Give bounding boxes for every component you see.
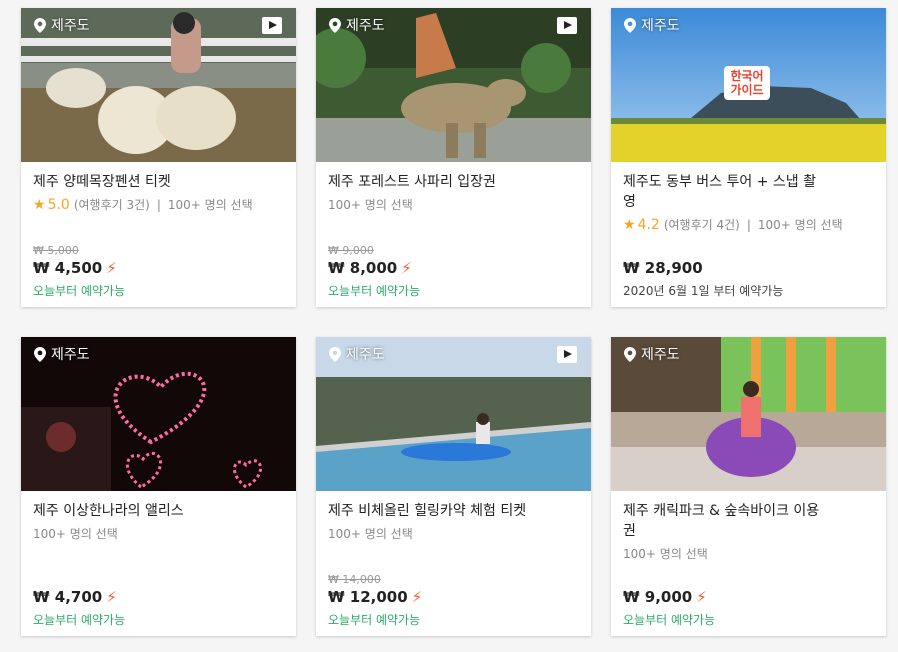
divider: | [746,217,751,232]
play-icon[interactable] [557,17,577,34]
lightning-icon: ⚡ [401,259,412,277]
product-card[interactable]: 제주도 제주 양떼목장펜션 티켓 ★ 5.0 (여행후기 3건) | 100+ … [21,8,296,307]
price-value: ₩ 12,000 [328,588,408,606]
product-meta: ★ 5.0 (여행후기 3건) | 100+ 명의 선택 [33,196,284,213]
price: ₩ 8,000 ⚡ [328,259,579,277]
product-card[interactable]: 제주도 제주 이상한나라의 앨리스 100+ 명의 선택 ₩ 4,700 ⚡ 오… [21,337,296,636]
map-pin-icon [624,346,636,362]
booking-count: 100+ 명의 선택 [167,198,253,212]
location-label: 제주도 [624,344,680,364]
map-pin-icon [34,17,46,33]
product-meta: 100+ 명의 선택 [623,545,874,562]
product-title[interactable]: 제주 포레스트 사파리 입장권 [328,172,528,192]
location-text: 제주도 [641,18,680,34]
map-pin-icon [329,346,341,362]
price-value: ₩ 8,000 [328,259,398,277]
product-image-alice[interactable]: 제주도 [21,337,296,491]
booking-count: 100+ 명의 선택 [33,527,118,541]
rating-value: 4.2 [637,216,660,233]
play-icon[interactable] [557,346,577,363]
product-meta: 100+ 명의 선택 [328,525,579,542]
korean-guide-badge: 한국어 가이드 [724,66,770,100]
rating-value: 5.0 [47,196,70,213]
booking-count: 100+ 명의 선택 [623,547,708,561]
availability: 2020년 6월 1일 부터 예약가능 [623,284,784,298]
map-pin-icon [34,346,46,362]
location-text: 제주도 [51,18,90,34]
lightning-icon: ⚡ [106,259,117,277]
divider: | [156,197,161,212]
product-image-character-park[interactable]: 제주도 [611,337,886,491]
original-price: ₩ 5,000 [33,244,79,257]
price-value: ₩ 4,700 [33,588,103,606]
product-meta: 100+ 명의 선택 [33,525,284,542]
location-label: 제주도 [624,15,680,35]
location-label: 제주도 [329,15,385,35]
price: ₩ 12,000 ⚡ [328,588,579,606]
star-icon: ★ [33,196,46,213]
product-image-kayak[interactable]: 제주도 [316,337,591,491]
availability: 오늘부터 예약가능 [33,284,126,298]
booking-count: 100+ 명의 선택 [328,198,413,212]
product-grid: 제주도 제주 양떼목장펜션 티켓 ★ 5.0 (여행후기 3건) | 100+ … [0,0,898,652]
lightning-icon: ⚡ [106,588,117,606]
price: ₩ 28,900 [623,259,874,277]
lightning-icon: ⚡ [696,588,707,606]
location-text: 제주도 [346,347,385,363]
product-meta: 100+ 명의 선택 [328,196,579,213]
price-value: ₩ 4,500 [33,259,103,277]
product-card[interactable]: 제주도 제주 포레스트 사파리 입장권 100+ 명의 선택 ₩ 9,000 ₩… [316,8,591,307]
review-count: (여행후기 3건) [73,198,150,212]
location-label: 제주도 [34,15,90,35]
location-text: 제주도 [641,347,680,363]
price-value: ₩ 28,900 [623,259,703,277]
original-price: ₩ 14,000 [328,573,381,586]
product-image-sheep[interactable]: 제주도 [21,8,296,162]
availability: 오늘부터 예약가능 [328,613,421,627]
location-text: 제주도 [51,347,90,363]
booking-count: 100+ 명의 선택 [328,527,413,541]
product-card[interactable]: 제주도 제주 캐릭파크 & 숲속바이크 이용권 100+ 명의 선택 ₩ 9,0… [611,337,886,636]
review-count: (여행후기 4건) [663,218,740,232]
product-image-bus-tour[interactable]: 한국어 가이드 제주도 [611,8,886,162]
price-value: ₩ 9,000 [623,588,693,606]
star-icon: ★ [623,216,636,233]
lightning-icon: ⚡ [411,588,423,606]
location-label: 제주도 [329,344,385,364]
price: ₩ 9,000 ⚡ [623,588,874,606]
map-pin-icon [624,17,636,33]
availability: 오늘부터 예약가능 [328,284,421,298]
product-title[interactable]: 제주 비체올린 힐링카약 체험 티켓 [328,501,528,521]
play-icon[interactable] [262,17,282,34]
product-title[interactable]: 제주도 동부 버스 투어 + 스냅 촬영 [623,172,823,212]
product-card[interactable]: 한국어 가이드 제주도 제주도 동부 버스 투어 + 스냅 촬영 ★ 4.2 (여… [611,8,886,307]
product-meta: ★ 4.2 (여행후기 4건) | 100+ 명의 선택 [623,216,874,233]
product-title[interactable]: 제주 양떼목장펜션 티켓 [33,172,233,192]
product-title[interactable]: 제주 이상한나라의 앨리스 [33,501,233,521]
availability: 오늘부터 예약가능 [623,613,716,627]
product-image-dinosaur[interactable]: 제주도 [316,8,591,162]
booking-count: 100+ 명의 선택 [757,218,843,232]
original-price: ₩ 9,000 [328,244,374,257]
location-text: 제주도 [346,18,385,34]
price: ₩ 4,500 ⚡ [33,259,284,277]
product-card[interactable]: 제주도 제주 비체올린 힐링카약 체험 티켓 100+ 명의 선택 ₩ 14,0… [316,337,591,636]
price: ₩ 4,700 ⚡ [33,588,284,606]
location-label: 제주도 [34,344,90,364]
map-pin-icon [329,17,341,33]
product-title[interactable]: 제주 캐릭파크 & 숲속바이크 이용권 [623,501,823,541]
availability: 오늘부터 예약가능 [33,613,126,627]
